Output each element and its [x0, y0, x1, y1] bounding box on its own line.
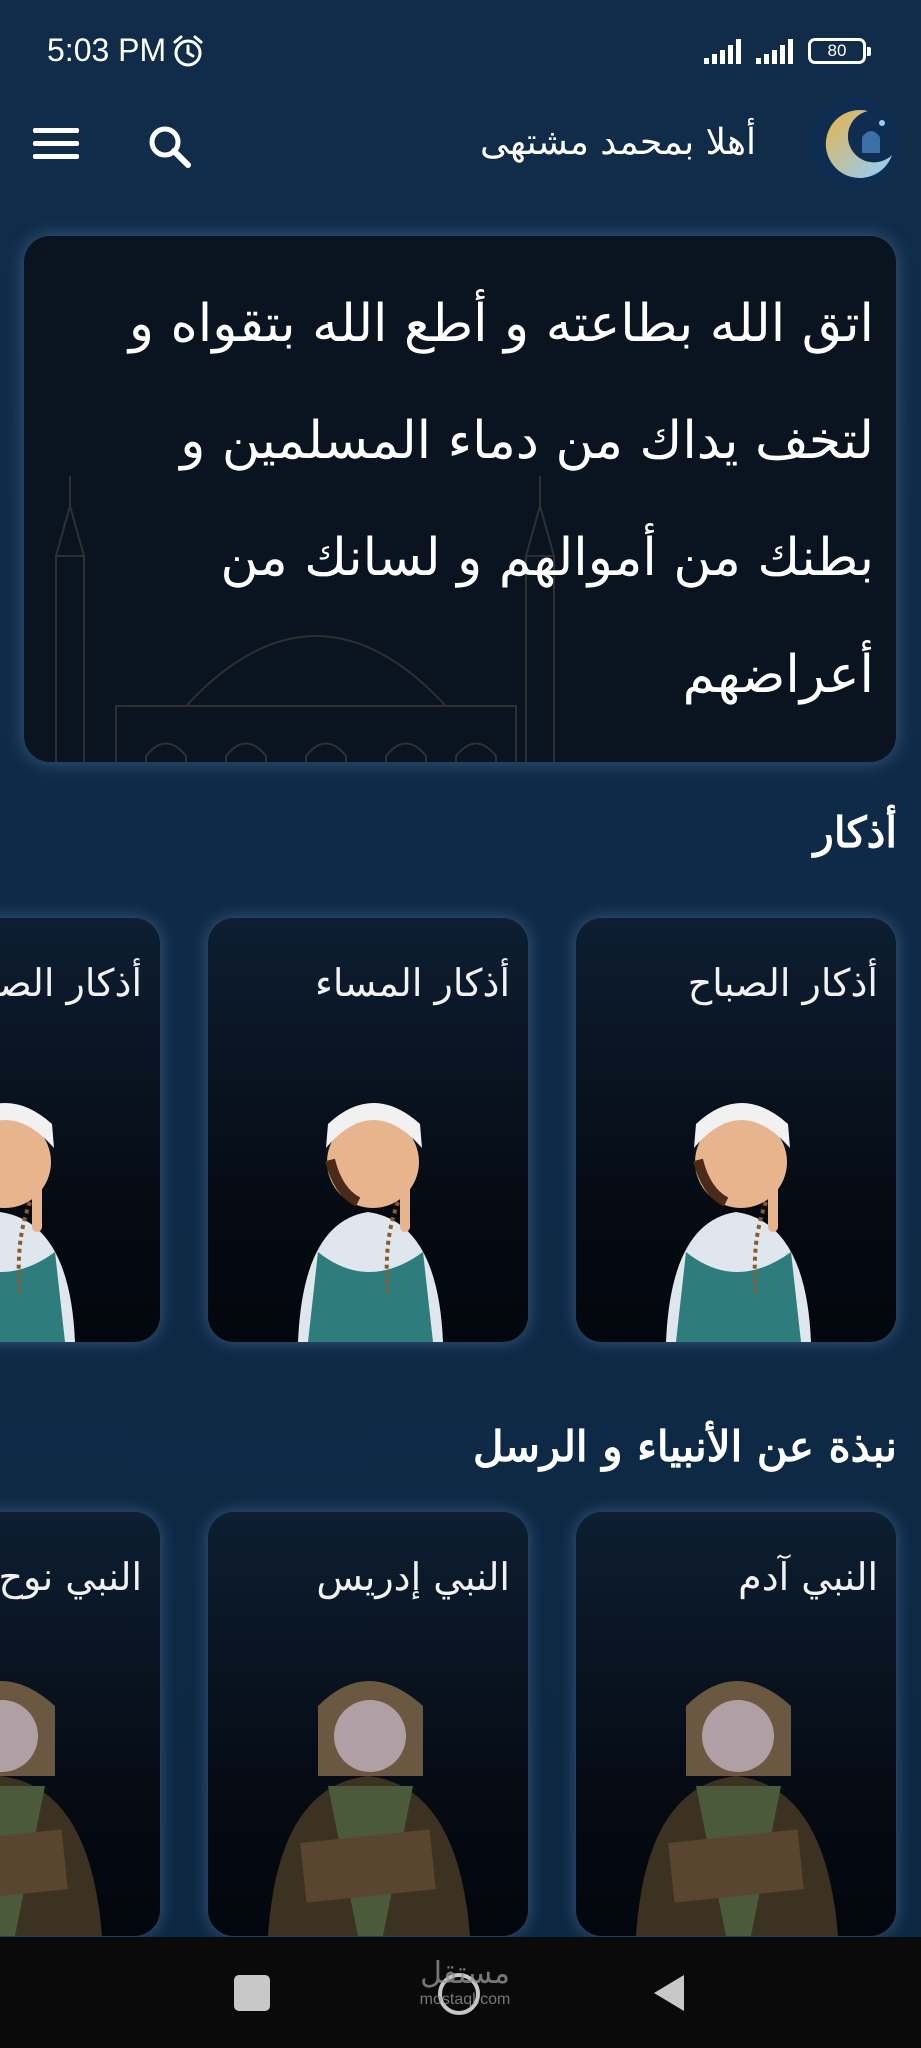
card-adhkar-evening[interactable]: أذكار المساء — [208, 918, 528, 1342]
prophet-figure-art — [636, 1681, 838, 1936]
praying-boy-art — [298, 1103, 443, 1342]
search-icon[interactable] — [145, 122, 195, 172]
card-prophet-idris[interactable]: النبي إدريس — [208, 1512, 528, 1936]
section-title-adhkar: أذكار — [813, 808, 897, 857]
card-label: أذكار المساء — [314, 961, 510, 1005]
back-icon[interactable] — [650, 1973, 686, 2013]
app-screen: 5:03 PM 80 أهلا بمحمد مشتهى اتق الله بطا… — [0, 0, 921, 2048]
app-bar: أهلا بمحمد مشتهى — [0, 100, 921, 190]
card-adhkar-prayer[interactable]: أذكار الصلاة — [0, 918, 160, 1342]
section-title-prophets: نبذة عن الأنبياء و الرسل — [472, 1422, 897, 1471]
quote-text: اتق الله بطاعته و أطع الله بتقواه و لتخف… — [128, 294, 874, 705]
status-bar: 5:03 PM 80 — [0, 0, 921, 100]
signal-icon — [756, 39, 793, 64]
card-adhkar-morning[interactable]: أذكار الصباح — [576, 918, 896, 1342]
quote-banner: اتق الله بطاعته و أطع الله بتقواه و لتخف… — [24, 236, 896, 762]
watermark: مستقل mostaql.com — [400, 1957, 530, 2009]
system-nav-bar: مستقل mostaql.com — [0, 1937, 921, 2048]
recent-apps-icon[interactable] — [234, 1975, 270, 2011]
status-time: 5:03 PM — [47, 32, 167, 68]
card-label: النبي إدريس — [316, 1555, 510, 1599]
menu-icon[interactable] — [33, 128, 79, 164]
praying-boy-art — [666, 1103, 811, 1342]
card-prophet-adam[interactable]: النبي آدم — [576, 1512, 896, 1936]
card-label: النبي آدم — [738, 1555, 878, 1599]
signal-icon — [704, 39, 741, 64]
card-label: أذكار الصلاة — [0, 961, 142, 1005]
card-label: أذكار الصباح — [687, 961, 878, 1005]
prophet-figure-art — [268, 1681, 470, 1936]
alarm-icon — [173, 35, 203, 67]
battery-icon: 80 — [808, 38, 871, 64]
prophet-figure-art — [0, 1681, 102, 1936]
card-prophet-nuh[interactable]: النبي نوح — [0, 1512, 160, 1936]
praying-boy-art — [0, 1103, 75, 1342]
watermark-arabic: مستقل — [420, 1956, 510, 1991]
watermark-english: mostaql.com — [419, 1991, 511, 2008]
card-label: النبي نوح — [0, 1555, 142, 1599]
greeting-title: أهلا بمحمد مشتهى — [480, 122, 756, 163]
crescent-logo-icon — [808, 97, 900, 189]
